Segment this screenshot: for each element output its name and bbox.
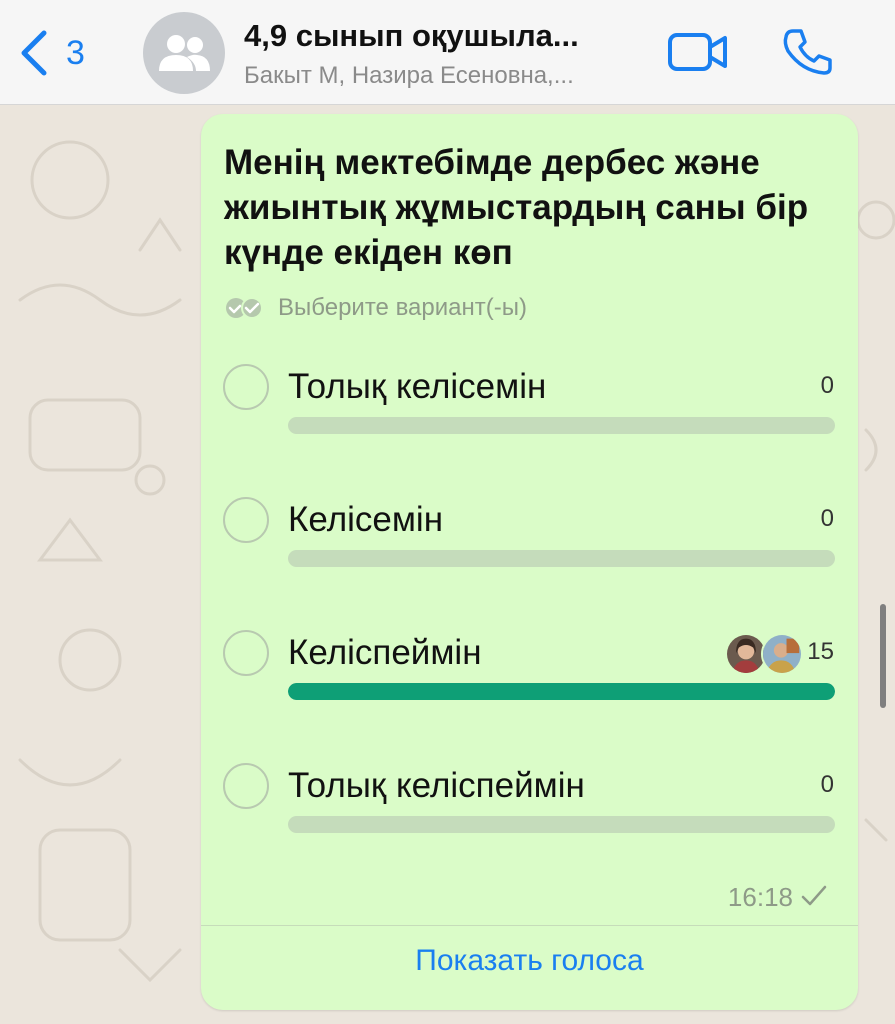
voter-avatars[interactable]: [725, 633, 803, 675]
option-vote-count: 0: [820, 372, 834, 399]
option-label: Толық келісемін: [288, 367, 547, 406]
option-progress-bar: [288, 550, 835, 567]
chat-participants[interactable]: Бакыт М, Назира Есеновна,...: [244, 62, 649, 90]
option-radio[interactable]: [223, 364, 269, 410]
option-vote-count: 15: [807, 638, 834, 665]
poll-message[interactable]: Менің мектебімде дербес және жиынтық жұм…: [201, 114, 858, 1010]
poll-hint: Выберите вариант(-ы): [224, 294, 527, 322]
option-progress-fill: [288, 683, 835, 700]
poll-option[interactable]: Толық келіспеймін 0: [221, 761, 841, 861]
phone-icon[interactable]: [780, 26, 832, 78]
option-progress-bar: [288, 816, 835, 833]
video-call-icon[interactable]: [667, 30, 729, 74]
option-label: Келіспеймін: [288, 633, 482, 672]
option-label: Толық келіспеймін: [288, 766, 585, 805]
option-vote-count: 0: [820, 771, 834, 798]
poll-option[interactable]: Келісемін 0: [221, 495, 841, 595]
group-avatar-icon: [159, 35, 210, 71]
poll-question: Менің мектебімде дербес және жиынтық жұм…: [224, 143, 809, 272]
single-check-icon: [801, 885, 827, 906]
bubble-divider: [201, 925, 858, 926]
message-timestamp: 16:18: [727, 882, 793, 912]
double-check-icon: [226, 297, 263, 319]
back-button[interactable]: 3: [18, 28, 108, 78]
option-radio[interactable]: [223, 497, 269, 543]
back-chevron-icon: [21, 30, 47, 76]
poll-option[interactable]: Толық келісемін 0: [221, 362, 841, 462]
option-radio[interactable]: [223, 763, 269, 809]
voter-avatar: [761, 633, 803, 675]
chat-title[interactable]: 4,9 сынып оқушыла...: [244, 18, 649, 54]
option-radio[interactable]: [223, 630, 269, 676]
poll-option[interactable]: Келіспеймін 15: [221, 628, 841, 728]
option-vote-count: 0: [820, 505, 834, 532]
option-progress-bar: [288, 683, 835, 700]
scrollbar[interactable]: [880, 604, 886, 708]
option-progress-bar: [288, 417, 835, 434]
poll-hint-text: Выберите вариант(-ы): [278, 294, 527, 321]
option-label: Келісемін: [288, 500, 444, 539]
show-votes-button[interactable]: Показать голоса: [201, 944, 858, 978]
chat-header: 3 4,9 сынып оқушыла... Бакыт М, Назира Е…: [0, 0, 895, 105]
unread-count: 3: [66, 33, 85, 72]
group-avatar[interactable]: [143, 12, 225, 94]
